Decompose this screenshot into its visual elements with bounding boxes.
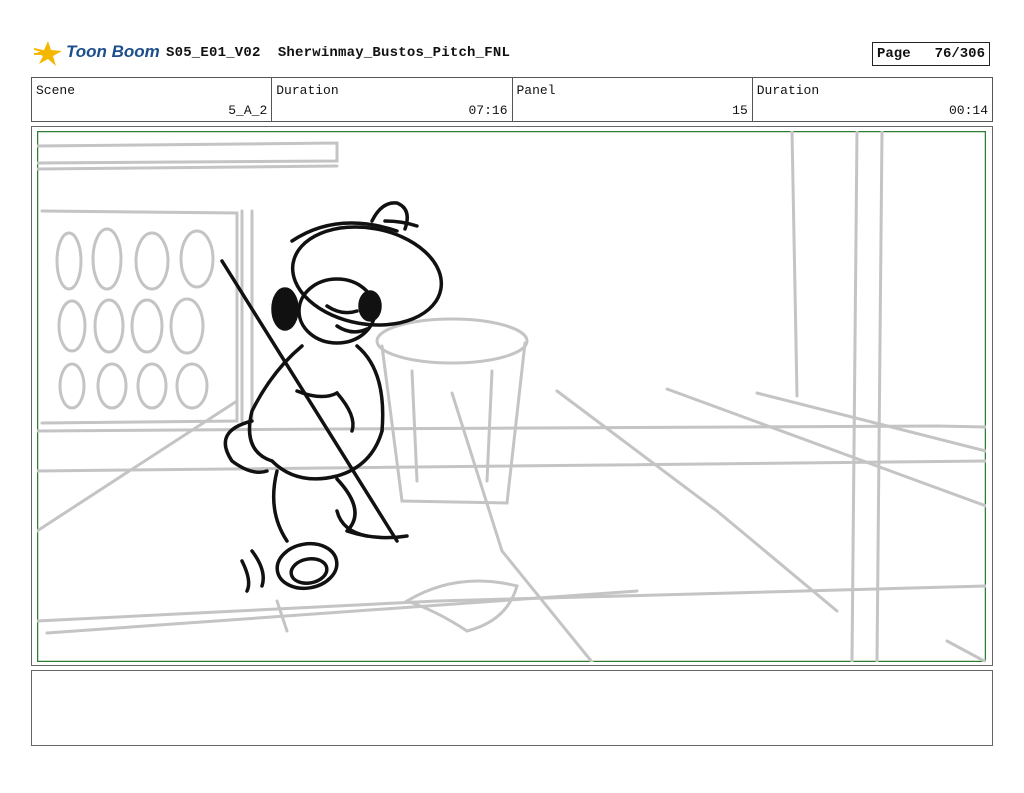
scene-info-table: Scene 5_A_2 Duration 07:16 Panel 15 Dura…: [31, 77, 993, 122]
page-number: 76/306: [934, 46, 985, 62]
page-label: Page: [877, 46, 911, 62]
storyboard-sketch: [37, 131, 986, 662]
panel-cell: Panel 15: [513, 78, 753, 121]
panel-value: 15: [732, 103, 748, 118]
scene-value: 5_A_2: [228, 103, 268, 118]
page-indicator: Page 76/306: [872, 42, 990, 66]
scene-cell: Scene 5_A_2: [32, 78, 273, 121]
document-title: S05_E01_V02 Sherwinmay_Bustos_Pitch_FNL: [166, 45, 511, 61]
panel-duration-cell: Duration 00:14: [753, 78, 992, 121]
toon-boom-logo-icon: [34, 41, 62, 66]
scene-label: Scene: [36, 83, 76, 98]
logo-text: Toon Boom: [66, 42, 160, 61]
panel-duration-value: 00:14: [948, 103, 988, 118]
panel-label: Panel: [516, 83, 556, 98]
panel-notes-box: [31, 670, 993, 746]
panel-duration-label: Duration: [756, 83, 820, 98]
duration-label: Duration: [276, 83, 339, 98]
scene-duration-cell: Duration 07:16: [272, 78, 513, 121]
duration-value: 07:16: [468, 103, 508, 118]
